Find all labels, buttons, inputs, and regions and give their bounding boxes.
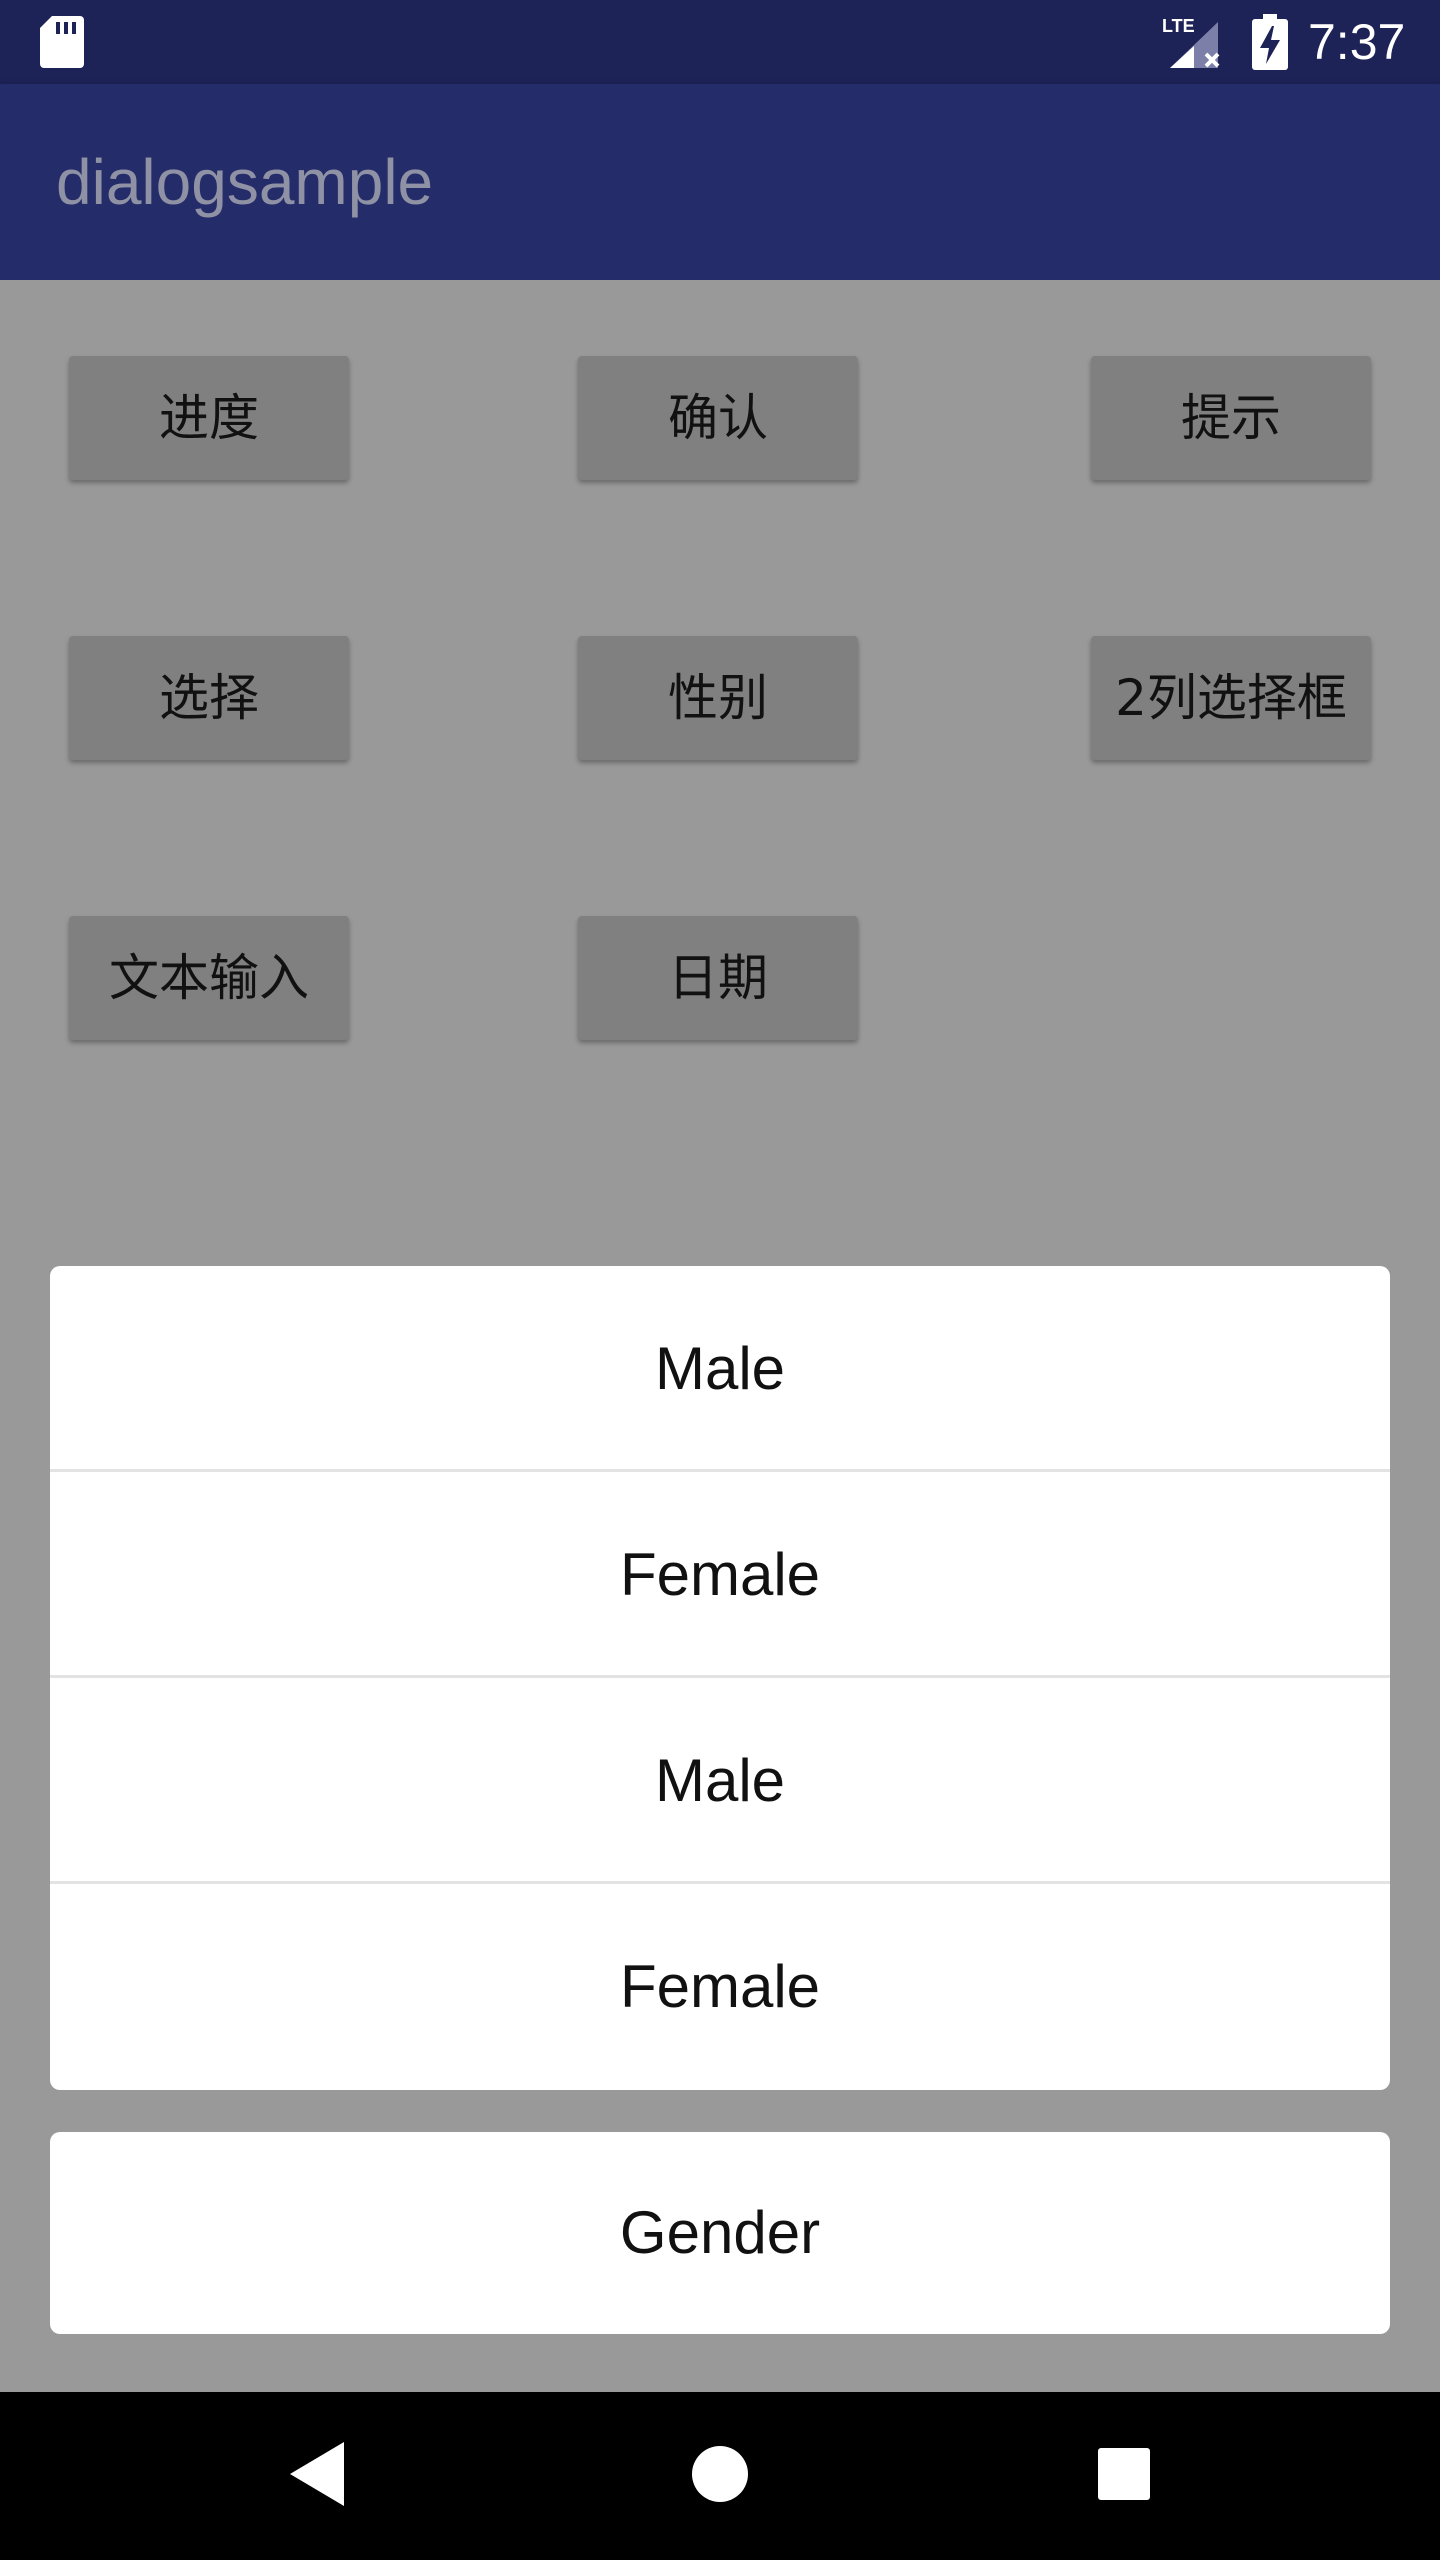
gender-cancel-button[interactable]: Gender [50, 2132, 1390, 2334]
text-input-button[interactable]: 文本输入 [69, 916, 349, 1040]
app-bar: dialogsample [0, 84, 1440, 280]
app-title: dialogsample [56, 146, 434, 218]
back-icon[interactable] [290, 2442, 344, 2506]
option-male[interactable]: Male [50, 1678, 1390, 1884]
sd-card-icon [40, 16, 84, 68]
recents-icon[interactable] [1098, 2448, 1150, 2500]
action-sheet-options: Male Female Male Female [50, 1266, 1390, 2090]
navigation-bar [0, 2392, 1440, 2560]
date-button[interactable]: 日期 [578, 916, 858, 1040]
main-content: 进度 确认 提示 选择 性别 2列选择框 文本输入 日期 Male Female… [0, 280, 1440, 2392]
hint-button[interactable]: 提示 [1091, 356, 1371, 480]
status-bar: LTE 7:37 [0, 0, 1440, 84]
status-clock: 7:37 [1308, 14, 1406, 70]
confirm-button[interactable]: 确认 [578, 356, 858, 480]
battery-charging-icon [1252, 14, 1288, 70]
option-male[interactable]: Male [50, 1266, 1390, 1472]
progress-button[interactable]: 进度 [69, 356, 349, 480]
select-button[interactable]: 选择 [69, 636, 349, 760]
lte-label: LTE [1162, 16, 1195, 36]
lte-signal-icon: LTE [1162, 16, 1220, 68]
gender-button[interactable]: 性别 [578, 636, 858, 760]
option-female[interactable]: Female [50, 1884, 1390, 2090]
action-sheet-cancel: Gender [50, 2132, 1390, 2334]
option-female[interactable]: Female [50, 1472, 1390, 1678]
two-column-picker-button[interactable]: 2列选择框 [1091, 636, 1371, 760]
home-icon[interactable] [692, 2446, 748, 2502]
